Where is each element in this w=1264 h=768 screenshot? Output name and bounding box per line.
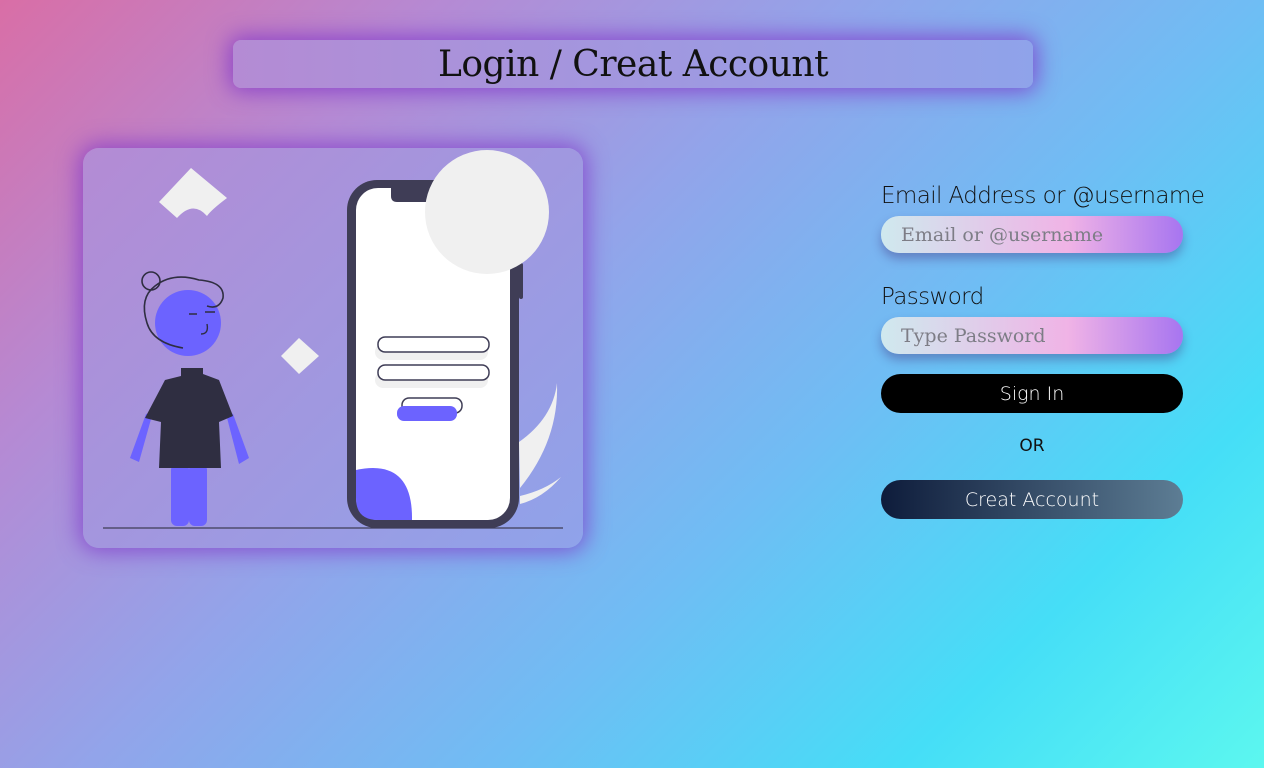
person-body [145,368,233,468]
sign-in-button[interactable]: Sign In [881,374,1183,413]
plant-leaf [519,383,558,488]
password-input[interactable] [881,317,1183,354]
plant-leaf-small [520,477,561,504]
phone-screen-circle [425,150,549,274]
phone-login-button [397,406,457,421]
floating-shape [159,168,227,218]
page-title: Login / Creat Account [437,43,829,85]
email-label: Email Address or @username [881,183,1205,209]
password-label: Password [881,284,984,310]
login-illustration [103,150,563,529]
phone-input-password [377,364,490,381]
create-account-button[interactable]: Creat Account [881,480,1183,519]
login-form: Email Address or @username Password Sign… [881,176,1205,519]
phone-side-button [519,263,523,299]
person-arm-right [225,410,249,464]
person-hair-bun [141,271,161,291]
person-leg-right [189,464,207,526]
or-divider-text: OR [1019,436,1045,456]
person-leg-left [171,464,189,526]
illustration-card [83,148,583,548]
email-input[interactable] [881,216,1183,253]
person-arm-left [130,412,153,462]
floating-diamond [281,338,319,374]
phone-input-username [377,336,490,353]
title-bar: Login / Creat Account [233,40,1033,88]
person-head [155,290,221,356]
